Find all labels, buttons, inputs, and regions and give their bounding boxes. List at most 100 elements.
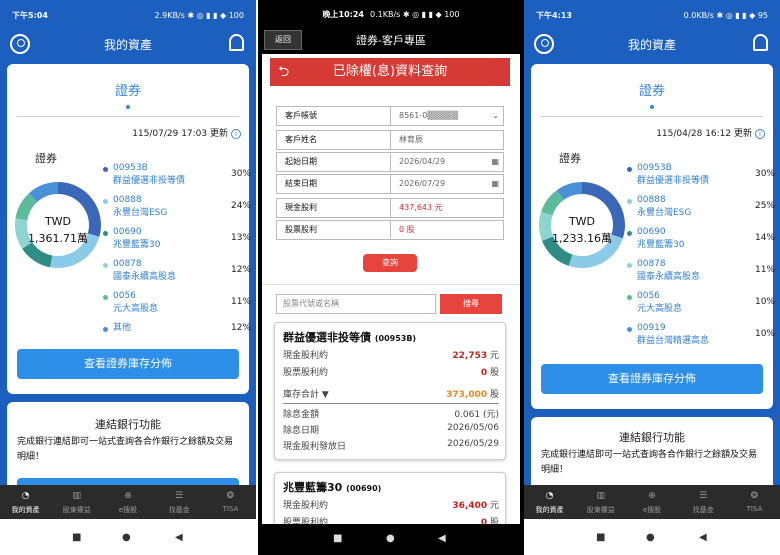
donut-slice	[29, 182, 59, 203]
recents-icon[interactable]: ■	[333, 533, 342, 544]
status-icons: 0.1KB/s ✱ ◎ ▮ ▮ ◆ 100	[369, 9, 460, 19]
bell-icon[interactable]	[753, 34, 768, 51]
home-icon[interactable]: ●	[386, 533, 395, 544]
tab-pie[interactable]: ◔ 我的資產	[0, 485, 51, 519]
book-icon: ▥	[596, 491, 606, 501]
row-value: 22,753 元	[452, 348, 499, 361]
field-stock-dividend: 股票股利 0 股	[276, 220, 504, 240]
home-icon[interactable]: ●	[122, 532, 131, 543]
back-icon[interactable]: ◀	[699, 532, 707, 543]
tab-label: e搜股	[642, 506, 662, 514]
view-distribution-button[interactable]: 查看證券庫存分佈	[17, 349, 239, 379]
list-icon: ☰	[699, 491, 708, 501]
legend-name: 0056 元大高股息	[637, 291, 683, 314]
tab-label: 股東權益	[586, 506, 615, 514]
unit: 元	[489, 351, 499, 361]
divider	[283, 403, 499, 404]
legend-dot	[103, 263, 108, 268]
home-icon[interactable]: ●	[646, 532, 655, 543]
legend-percent: 13%	[230, 233, 251, 243]
unit: 元	[489, 501, 499, 511]
search-button[interactable]: 搜尋	[440, 294, 502, 314]
tab-list[interactable]: ☰ 找基金	[678, 485, 729, 519]
back-icon[interactable]: ◀	[438, 533, 446, 544]
bank-text: 完成銀行連結即可一站式查詢各合作銀行之餘額及交易明細！	[541, 450, 758, 475]
legend-percent: 30%	[754, 169, 775, 179]
row-label: 庫存合計 ▼	[283, 387, 329, 400]
tab-list[interactable]: ☰ 找基金	[154, 485, 205, 519]
tab-book[interactable]: ▥ 股東權益	[51, 485, 102, 519]
legend-name: 00888 永豐台灣ESG	[113, 195, 168, 218]
legend-name: 00953B 群益優選非投等債	[637, 163, 710, 186]
tab-coins[interactable]: ❂ TISA	[205, 485, 256, 519]
system-nav-bar: ■ ● ◀	[0, 519, 256, 555]
tab-bar: ◔ 我的資產 ▥ 股東權益 ⊕ e搜股 ☰ 找基金 ❂ TISA	[0, 485, 256, 519]
info-icon[interactable]: i	[755, 129, 765, 139]
info-icon[interactable]: i	[231, 129, 241, 139]
tab-label: 找基金	[692, 506, 714, 514]
legend-dot	[627, 263, 632, 268]
status-bar: 晚上10:24 0.1KB/s ✱ ◎ ▮ ▮ ◆ 100	[258, 0, 524, 28]
back-icon[interactable]: ◀	[175, 532, 183, 543]
tab-pie[interactable]: ◔ 我的資產	[524, 485, 575, 519]
status-bar: 下午4:13 0.0KB/s ✱ ◎ ▮ ▮ ◆ 95	[524, 0, 780, 30]
bank-title: 連結銀行功能	[95, 418, 161, 431]
calendar-icon[interactable]: ▦	[491, 175, 499, 193]
calendar-icon[interactable]: ▦	[491, 153, 499, 171]
tab-search[interactable]: ⊕ e搜股	[102, 485, 153, 519]
app-header: 我的資產	[524, 30, 780, 60]
search-input[interactable]: 股票代號或名稱	[276, 294, 436, 314]
tab-securities[interactable]: 證券	[7, 80, 249, 99]
bell-icon[interactable]	[229, 34, 244, 51]
recents-icon[interactable]: ■	[72, 532, 81, 543]
field-label: 現金股利	[277, 199, 391, 217]
legend-percent: 25%	[754, 201, 775, 211]
recents-icon[interactable]: ■	[596, 532, 605, 543]
field-end-date[interactable]: 結束日期 2026/07/29 ▦	[276, 174, 504, 194]
row-label: 現金股利發放日	[283, 442, 347, 452]
securities-card: 證券 115/04/28 16:12 更新 i 證券 TWD 1,233.16萬 …	[531, 64, 775, 409]
tab-book[interactable]: ▥ 股東權益	[575, 485, 626, 519]
unit: 股	[489, 368, 499, 378]
tab-label: TISA	[746, 505, 763, 513]
tab-label: e搜股	[118, 506, 138, 514]
legend-name: 00878 國泰永續高股息	[113, 259, 177, 282]
field-account[interactable]: 客戶帳號 8561-0▒▒▒▒▒ ⌄	[276, 106, 504, 126]
tab-indicator	[650, 105, 654, 109]
legend-name: 00690 兆豐藍籌30	[113, 227, 161, 250]
system-nav-bar: ■ ● ◀	[524, 519, 780, 555]
back-arrow-icon[interactable]: ⮌	[278, 58, 289, 86]
section-label: 證券	[559, 152, 581, 165]
legend-percent: 11%	[754, 265, 775, 275]
pay-date-row: 現金股利發放日 2026/05/29	[283, 439, 499, 453]
field-start-date[interactable]: 起始日期 2026/04/29 ▦	[276, 152, 504, 172]
tab-securities[interactable]: 證券	[531, 80, 773, 99]
total-value: 1,361.71萬	[28, 232, 88, 245]
coins-icon: ❂	[226, 491, 235, 501]
securities-card: 證券 115/07/29 17:03 更新 i 證券 TWD 1,361.71萬 …	[7, 64, 251, 394]
update-time: 115/04/28 16:12 更新 i	[656, 126, 765, 139]
update-time: 115/07/29 17:03 更新 i	[132, 126, 241, 139]
tab-label: 股東權益	[62, 506, 91, 514]
stock-card-00953b: 群益優選非投等債 (00953B) 現金股利約 22,753 元 股票股利約 0 股…	[274, 322, 506, 460]
row-label: 除息金額	[283, 410, 320, 420]
row-value: 36,400 元	[452, 498, 499, 511]
pie-icon: ◔	[545, 491, 554, 501]
expand-icon[interactable]: ▼	[322, 390, 329, 400]
view-distribution-button[interactable]: 查看證券庫存分佈	[541, 364, 763, 394]
cash-dividend-row: 現金股利約 22,753 元	[283, 348, 499, 362]
tab-coins[interactable]: ❂ TISA	[729, 485, 780, 519]
holdings-row[interactable]: 庫存合計 ▼ 373,000 股	[283, 387, 499, 401]
stock-dividend-value: 0	[480, 368, 488, 378]
page-title: 我的資產	[103, 38, 152, 52]
pie-icon: ◔	[21, 491, 30, 501]
legend-name: 00953B 群益優選非投等債	[113, 163, 186, 186]
tab-search[interactable]: ⊕ e搜股	[626, 485, 677, 519]
field-cash-dividend: 現金股利 437,643 元	[276, 198, 504, 218]
field-value: 8561-0▒▒▒▒▒	[399, 111, 459, 120]
field-name: 客戶姓名 林育辰	[276, 130, 504, 150]
field-value: 437,643 元	[399, 203, 443, 212]
stock-dividend-row: 股票股利約 0 股	[283, 365, 499, 379]
query-button[interactable]: 查詢	[363, 254, 417, 272]
legend-percent: 14%	[754, 233, 775, 243]
